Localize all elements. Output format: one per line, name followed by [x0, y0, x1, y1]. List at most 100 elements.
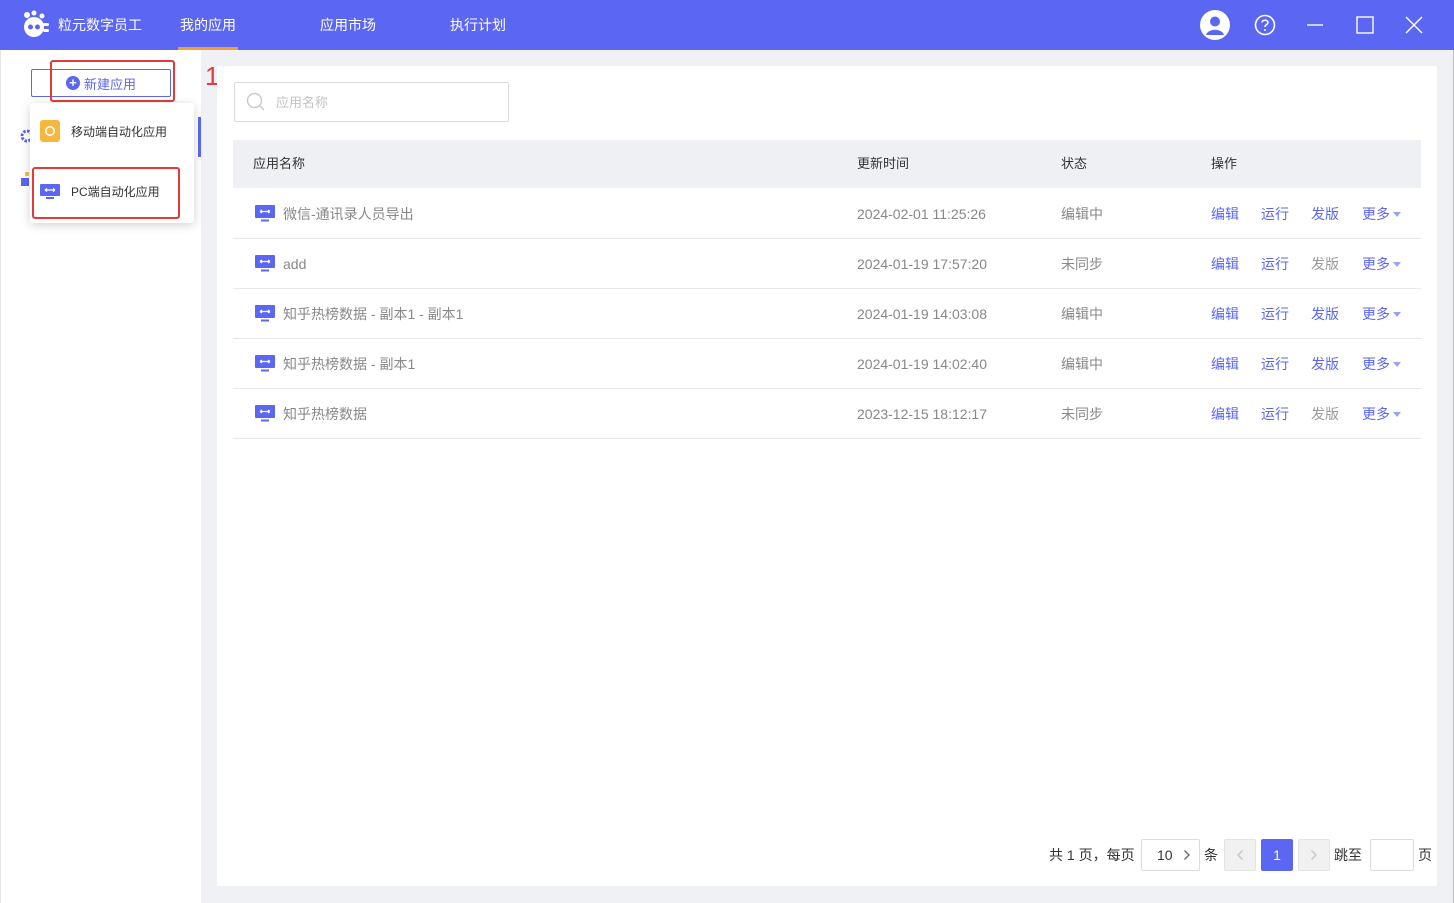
tab-my-apps[interactable]: 我的应用: [178, 0, 238, 50]
col-header-name: 应用名称: [253, 156, 306, 171]
brand: 粒元数字员工: [20, 10, 142, 40]
page-1-button[interactable]: 1: [1261, 839, 1293, 871]
page-size-value: 10: [1157, 847, 1173, 863]
publish-link[interactable]: 发版: [1311, 239, 1339, 289]
more-dropdown[interactable]: 更多: [1362, 339, 1401, 389]
chevron-right-icon: [1183, 850, 1190, 860]
jump-page-input[interactable]: [1370, 839, 1414, 871]
badge-dot-icon: [25, 172, 29, 176]
status-text: 未同步: [1061, 406, 1103, 422]
status-text: 编辑中: [1061, 356, 1103, 372]
table-row: add 2024-01-19 17:57:20 未同步 编辑 运行 发版 更多: [233, 239, 1421, 289]
minimize-icon[interactable]: [1300, 10, 1330, 40]
more-dropdown[interactable]: 更多: [1362, 189, 1401, 239]
content-gutter-right: [1437, 50, 1453, 903]
table-row: 知乎热榜数据 - 副本1 - 副本1 2024-01-19 14:03:08 编辑中…: [233, 289, 1421, 339]
run-link[interactable]: 运行: [1261, 239, 1289, 289]
pc-app-icon: [255, 305, 275, 322]
more-label: 更多: [1362, 256, 1390, 272]
app-name-cell: 微信-通讯录人员导出: [255, 189, 414, 239]
publish-link[interactable]: 发版: [1311, 339, 1339, 389]
top-bar: 粒元数字员工 我的应用 应用市场 执行计划: [0, 0, 1454, 50]
edit-link[interactable]: 编辑: [1211, 189, 1239, 239]
sidebar-gutter: [201, 50, 217, 903]
page-suffix: 页: [1418, 847, 1432, 863]
more-dropdown[interactable]: 更多: [1362, 389, 1401, 439]
highlight-box-new-app: [50, 60, 175, 102]
edit-link[interactable]: 编辑: [1211, 339, 1239, 389]
updated-time: 2024-01-19 17:57:20: [857, 256, 987, 272]
edit-link[interactable]: 编辑: [1211, 389, 1239, 439]
tab-app-market[interactable]: 应用市场: [320, 0, 376, 50]
status-text: 编辑中: [1061, 306, 1103, 322]
table-row: 微信-通讯录人员导出 2024-02-01 11:25:26 编辑中 编辑 运行 发版 更多: [233, 189, 1421, 239]
pc-app-icon: [255, 205, 275, 222]
pagination-total: 共 1 页，每页: [1049, 847, 1135, 863]
more-dropdown[interactable]: 更多: [1362, 289, 1401, 339]
run-link[interactable]: 运行: [1261, 339, 1289, 389]
more-label: 更多: [1362, 306, 1390, 322]
search-input[interactable]: [276, 94, 496, 110]
caret-down-icon: [1393, 361, 1401, 367]
pc-app-icon: [255, 405, 275, 422]
caret-down-icon: [1393, 261, 1401, 267]
dropdown-item-mobile[interactable]: 移动端自动化应用: [40, 120, 167, 142]
more-label: 更多: [1362, 356, 1390, 372]
run-link[interactable]: 运行: [1261, 289, 1289, 339]
more-label: 更多: [1362, 406, 1390, 422]
run-link[interactable]: 运行: [1261, 189, 1289, 239]
table-row: 知乎热榜数据 2023-12-15 18:12:17 未同步 编辑 运行 发版 更多: [233, 389, 1421, 439]
pc-app-icon: [255, 355, 275, 372]
user-icon[interactable]: [1200, 10, 1230, 40]
app-name: 知乎热榜数据: [283, 406, 367, 422]
jump-label: 跳至: [1334, 847, 1362, 863]
pc-app-icon: [255, 255, 275, 272]
app-name: 知乎热榜数据 - 副本1: [283, 356, 416, 372]
caret-down-icon: [1393, 411, 1401, 417]
col-header-updated: 更新时间: [857, 156, 910, 171]
help-icon[interactable]: [1250, 10, 1280, 40]
more-label: 更多: [1362, 206, 1390, 222]
publish-link[interactable]: 发版: [1311, 289, 1339, 339]
updated-time: 2023-12-15 18:12:17: [857, 406, 987, 422]
caret-down-icon: [1393, 311, 1401, 317]
prev-page-button[interactable]: [1224, 839, 1256, 871]
page-size-select[interactable]: 10: [1141, 839, 1200, 871]
chevron-right-icon: [1311, 850, 1317, 860]
updated-time: 2024-02-01 11:25:26: [857, 206, 986, 222]
app-name-cell: add: [255, 239, 306, 289]
dropdown-item-label: 移动端自动化应用: [71, 124, 168, 139]
publish-link[interactable]: 发版: [1311, 389, 1339, 439]
updated-time: 2024-01-19 14:03:08: [857, 306, 987, 322]
table-row: 知乎热榜数据 - 副本1 2024-01-19 14:02:40 编辑中 编辑 运行 发版…: [233, 339, 1421, 389]
next-page-button[interactable]: [1298, 839, 1330, 871]
close-icon[interactable]: [1399, 10, 1429, 40]
content-gutter-bottom: [217, 886, 1437, 903]
app-name: add: [283, 256, 307, 272]
col-header-status: 状态: [1061, 156, 1088, 171]
app-name-cell: 知乎热榜数据: [255, 389, 367, 439]
edit-link[interactable]: 编辑: [1211, 289, 1239, 339]
page-size-unit: 条: [1204, 847, 1218, 863]
publish-link[interactable]: 发版: [1311, 189, 1339, 239]
app-name-cell: 知乎热榜数据 - 副本1 - 副本1: [255, 289, 463, 339]
chevron-left-icon: [1237, 850, 1243, 860]
edit-link[interactable]: 编辑: [1211, 239, 1239, 289]
mobile-app-icon: [40, 120, 60, 142]
search-icon: [246, 92, 265, 111]
app-name: 粒元数字员工: [58, 17, 142, 33]
status-text: 编辑中: [1061, 206, 1103, 222]
maximize-icon[interactable]: [1350, 10, 1380, 40]
caret-down-icon: [1393, 211, 1401, 217]
brand-logo-icon: [24, 10, 49, 37]
highlight-box-pc-app: [32, 167, 180, 219]
search-box: [234, 82, 509, 122]
content-gutter-top: [217, 50, 1437, 66]
col-header-actions: 操作: [1211, 156, 1238, 171]
run-link[interactable]: 运行: [1261, 389, 1289, 439]
tab-schedule[interactable]: 执行计划: [450, 0, 506, 50]
table-header: 应用名称 更新时间 状态 操作: [233, 140, 1421, 188]
square-icon: [21, 178, 29, 186]
more-dropdown[interactable]: 更多: [1362, 239, 1401, 289]
app-name: 知乎热榜数据 - 副本1 - 副本1: [283, 306, 464, 322]
